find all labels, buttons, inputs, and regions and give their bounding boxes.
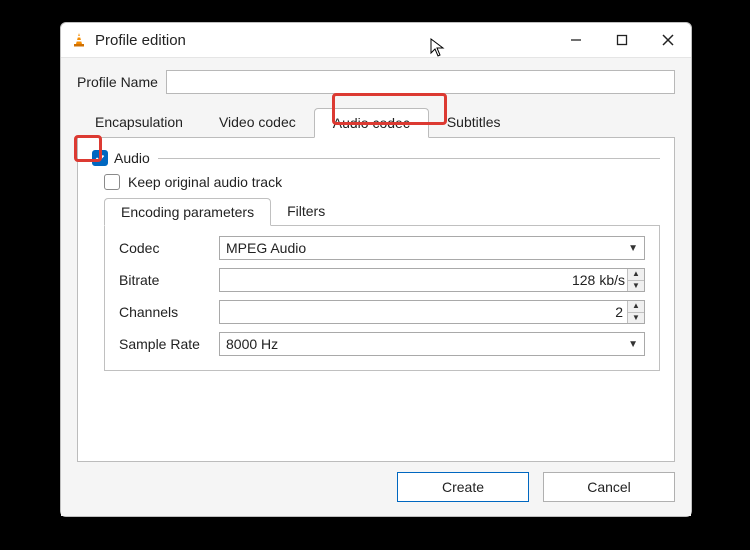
profile-name-row: Profile Name <box>77 70 675 94</box>
samplerate-row: Sample Rate 8000 Hz ▼ <box>119 332 645 356</box>
subtab-encoding-parameters[interactable]: Encoding parameters <box>104 198 271 226</box>
cancel-button[interactable]: Cancel <box>543 472 675 502</box>
tab-encapsulation[interactable]: Encapsulation <box>77 108 201 137</box>
main-tabs: Encapsulation Video codec Audio codec Su… <box>77 108 675 138</box>
keep-original-checkbox[interactable] <box>104 174 120 190</box>
vlc-cone-icon <box>71 32 87 48</box>
keep-original-row: Keep original audio track <box>104 174 660 190</box>
bitrate-spinbox[interactable]: 128 kb/s ▲ ▼ <box>219 268 645 292</box>
codec-row: Codec MPEG Audio ▼ <box>119 236 645 260</box>
audio-codec-panel: Audio Keep original audio track Encoding… <box>77 138 675 462</box>
tab-video-codec[interactable]: Video codec <box>201 108 314 137</box>
channels-row: Channels 2 ▲ ▼ <box>119 300 645 324</box>
audio-enable-checkbox[interactable] <box>92 150 108 166</box>
close-button[interactable] <box>645 23 691 57</box>
bitrate-row: Bitrate 128 kb/s ▲ ▼ <box>119 268 645 292</box>
bitrate-value: 128 <box>226 272 599 288</box>
audio-group-label: Audio <box>114 150 150 166</box>
channels-step-up[interactable]: ▲ <box>628 301 644 312</box>
audio-group-header: Audio <box>92 150 660 166</box>
maximize-button[interactable] <box>599 23 645 57</box>
codec-value: MPEG Audio <box>226 240 306 256</box>
channels-step-down[interactable]: ▼ <box>628 312 644 324</box>
keep-original-label: Keep original audio track <box>128 174 282 190</box>
samplerate-select[interactable]: 8000 Hz ▼ <box>219 332 645 356</box>
codec-label: Codec <box>119 240 219 256</box>
profile-name-input[interactable] <box>166 70 675 94</box>
channels-label: Channels <box>119 304 219 320</box>
encoding-parameters-panel: Codec MPEG Audio ▼ Bitrate 128 kb/s ▲ ▼ <box>104 226 660 371</box>
bitrate-unit: kb/s <box>599 272 627 288</box>
chevron-down-icon: ▼ <box>628 339 638 350</box>
codec-select[interactable]: MPEG Audio ▼ <box>219 236 645 260</box>
samplerate-label: Sample Rate <box>119 336 219 352</box>
channels-value: 2 <box>226 304 627 320</box>
tab-subtitles[interactable]: Subtitles <box>429 108 519 137</box>
bitrate-label: Bitrate <box>119 272 219 288</box>
audio-subtabs: Encoding parameters Filters <box>104 198 660 226</box>
titlebar: Profile edition <box>61 23 691 58</box>
channels-spinbox[interactable]: 2 ▲ ▼ <box>219 300 645 324</box>
window-title: Profile edition <box>95 32 186 49</box>
client-area: Profile Name Encapsulation Video codec A… <box>61 58 691 516</box>
chevron-down-icon: ▼ <box>628 243 638 254</box>
subtab-filters[interactable]: Filters <box>271 198 341 225</box>
dialog-footer: Create Cancel <box>77 462 675 502</box>
bitrate-step-up[interactable]: ▲ <box>628 269 644 280</box>
bitrate-step-down[interactable]: ▼ <box>628 280 644 292</box>
create-button[interactable]: Create <box>397 472 529 502</box>
profile-edition-window: Profile edition Profile Name Encapsulati… <box>60 22 692 517</box>
minimize-button[interactable] <box>553 23 599 57</box>
samplerate-value: 8000 Hz <box>226 336 278 352</box>
profile-name-label: Profile Name <box>77 74 158 90</box>
tab-audio-codec[interactable]: Audio codec <box>314 108 429 138</box>
